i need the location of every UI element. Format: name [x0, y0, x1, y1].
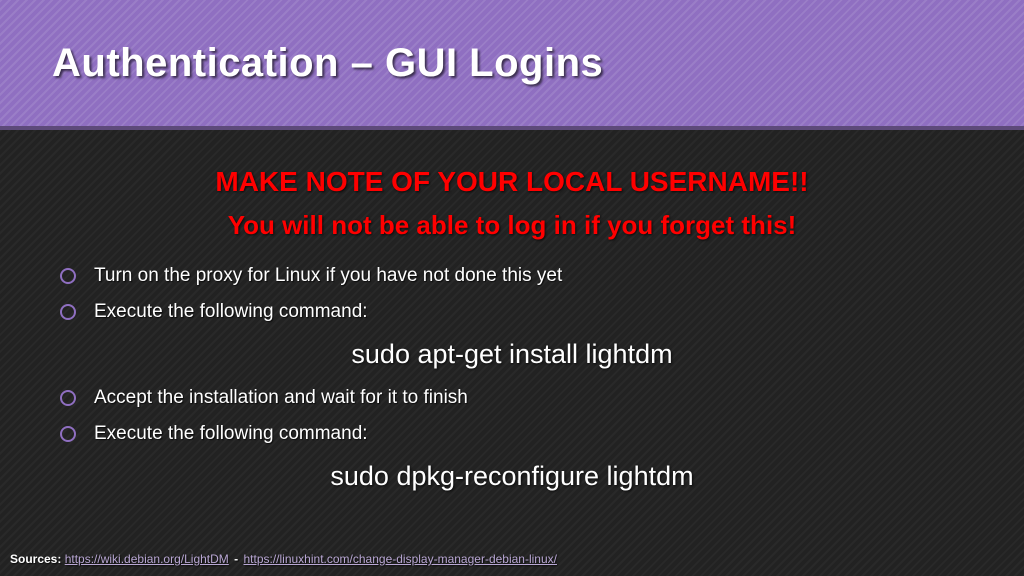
- list-item: Execute the following command:: [60, 294, 1024, 330]
- warning-line-1: MAKE NOTE OF YOUR LOCAL USERNAME!!: [0, 160, 1024, 203]
- slide-body: MAKE NOTE OF YOUR LOCAL USERNAME!! You w…: [0, 130, 1024, 576]
- list-item: Execute the following command:: [60, 416, 1024, 452]
- source-link-2[interactable]: https://linuxhint.com/change-display-man…: [243, 552, 557, 566]
- slide-header: Authentication – GUI Logins: [0, 0, 1024, 130]
- slide-title: Authentication – GUI Logins: [52, 41, 603, 86]
- source-link-1[interactable]: https://wiki.debian.org/LightDM: [65, 552, 229, 566]
- steps-list: Turn on the proxy for Linux if you have …: [60, 258, 1024, 330]
- sources-separator: -: [232, 552, 240, 566]
- slide: Authentication – GUI Logins MAKE NOTE OF…: [0, 0, 1024, 576]
- list-item: Turn on the proxy for Linux if you have …: [60, 258, 1024, 294]
- command-1: sudo apt-get install lightdm: [0, 334, 1024, 376]
- sources-footer: Sources: https://wiki.debian.org/LightDM…: [10, 552, 557, 566]
- steps-list-continued: Accept the installation and wait for it …: [60, 380, 1024, 452]
- command-2: sudo dpkg-reconfigure lightdm: [0, 456, 1024, 498]
- sources-label: Sources:: [10, 552, 61, 566]
- warning-line-2: You will not be able to log in if you fo…: [0, 203, 1024, 247]
- list-item: Accept the installation and wait for it …: [60, 380, 1024, 416]
